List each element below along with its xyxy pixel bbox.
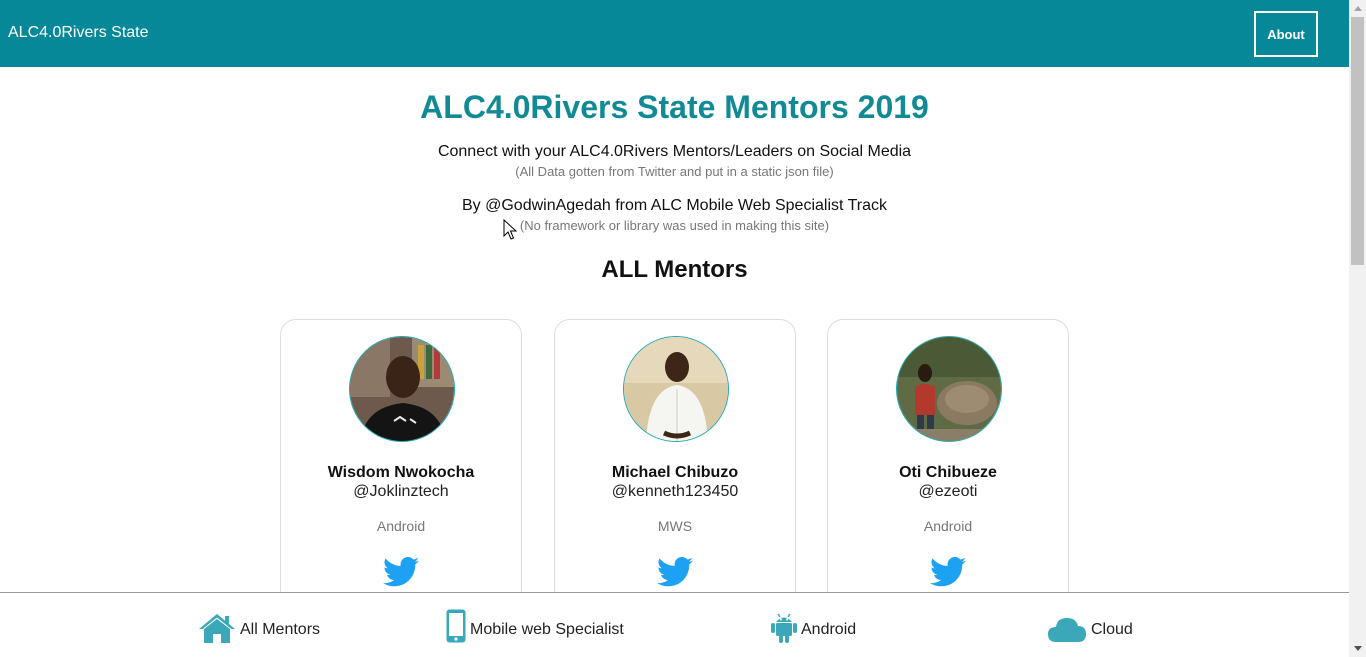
bottom-nav: All Mentors Mobile web Specialist Androi… [0,592,1349,657]
byline: By @GodwinAgedah from ALC Mobile Web Spe… [461,197,888,214]
twitter-icon[interactable] [930,557,966,587]
section-title: ALL Mentors [601,256,748,283]
mentor-name: Oti Chibueze [899,464,997,481]
scroll-down-arrow-icon[interactable] [1349,640,1366,657]
mentor-handle: @kenneth123450 [611,483,739,500]
page: ALC4.0Rivers State About ALC4.0Rivers St… [0,0,1349,657]
twitter-icon[interactable] [657,557,693,587]
brand-title[interactable]: ALC4.0Rivers State [8,24,149,42]
nav-label: All Mentors [240,621,321,638]
nav-cloud[interactable]: Cloud [1047,609,1133,643]
page-subtitle: Connect with your ALC4.0Rivers Mentors/L… [437,143,912,160]
mobile-phone-icon [446,609,466,643]
nav-label: Cloud [1091,621,1133,638]
page-title: ALC4.0Rivers State Mentors 2019 [420,89,929,125]
mentor-card: Michael Chibuzo @kenneth123450 MWS [554,319,796,619]
avatar [623,336,729,442]
mentor-card: Wisdom Nwokocha @Joklinztech Android [280,319,522,619]
byline-note: (No framework or library was used in mak… [519,218,830,233]
mentor-name: Michael Chibuzo [611,464,739,481]
mentor-handle: @ezeoti [918,483,978,500]
scroll-up-arrow-icon[interactable] [1349,0,1366,17]
vertical-scrollbar[interactable] [1349,0,1366,657]
android-icon [771,613,797,643]
nav-label: Mobile web Specialist [470,621,624,638]
subtitle-note: (All Data gotten from Twitter and put in… [515,164,834,179]
mentor-track: Android [923,518,973,534]
avatar [349,336,455,442]
nav-mobile-web-specialist[interactable]: Mobile web Specialist [446,609,624,643]
home-icon [199,614,235,643]
twitter-icon[interactable] [383,557,419,587]
nav-android[interactable]: Android [771,609,856,643]
cloud-icon [1048,618,1086,642]
scrollbar-thumb[interactable] [1351,17,1364,265]
nav-label: Android [801,621,857,638]
mentor-handle: @Joklinztech [353,483,449,500]
mentor-card: Oti Chibueze @ezeoti Android [827,319,1069,619]
mentor-name: Wisdom Nwokocha [327,464,475,481]
avatar [896,336,1002,442]
about-button[interactable]: About [1254,11,1318,57]
mouse-cursor-icon [503,219,517,240]
nav-all-mentors[interactable]: All Mentors [198,609,320,643]
mentor-track: MWS [657,518,693,534]
mentor-track: Android [376,518,426,534]
top-navbar: ALC4.0Rivers State About [0,0,1349,67]
